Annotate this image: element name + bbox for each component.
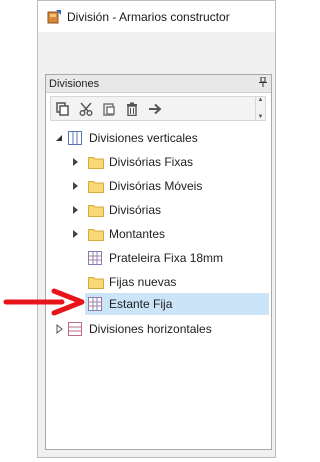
panel-header: Divisiones [46, 75, 271, 93]
app-icon [47, 9, 61, 24]
tree-node-folder[interactable]: Divisórias Fixas [46, 151, 271, 173]
grid-division-icon [88, 251, 104, 265]
window-title: División - Armarios constructor [67, 9, 230, 24]
paste-icon[interactable] [100, 100, 118, 118]
panel-title: Divisiones [49, 77, 100, 90]
expand-icon[interactable] [70, 205, 80, 215]
expand-icon[interactable] [70, 181, 80, 191]
horizontal-divisions-icon [68, 322, 84, 336]
expand-icon[interactable] [54, 324, 64, 334]
tree-label: Divisórias [109, 203, 162, 217]
cut-icon[interactable] [77, 100, 95, 118]
tree-node-vertical[interactable]: Divisiones verticales [46, 127, 271, 149]
tree-node-horizontal[interactable]: Divisiones horizontales [46, 318, 271, 340]
move-right-icon[interactable] [146, 100, 164, 118]
tree-label: Estante Fija [109, 297, 173, 311]
tree-label: Divisiones horizontales [89, 322, 212, 336]
folder-icon [88, 179, 104, 193]
red-arrow-annotation [3, 288, 85, 316]
pin-icon[interactable] [259, 76, 267, 90]
folder-icon [88, 227, 104, 241]
tree-node-folder[interactable]: Divisórias [46, 199, 271, 221]
folder-icon [88, 155, 104, 169]
tree-label: Montantes [109, 227, 166, 241]
tree-node-item-selected[interactable]: Estante Fija [85, 293, 269, 315]
app-window: División - Armarios constructor Division… [37, 0, 276, 458]
tree-label: Prateleira Fixa 18mm [109, 251, 224, 265]
grid-division-icon [88, 297, 104, 311]
folder-icon [88, 203, 104, 217]
tree-label: Divisórias Móveis [109, 179, 203, 193]
copy-icon[interactable] [54, 100, 72, 118]
toolbar: ▲ ▼ [50, 96, 266, 121]
collapse-icon[interactable] [54, 133, 64, 143]
tree-label: Fijas nuevas [109, 275, 177, 289]
expand-icon[interactable] [70, 229, 80, 239]
tree-node-item[interactable]: Prateleira Fixa 18mm [46, 247, 271, 269]
title-bar: División - Armarios constructor [38, 1, 275, 32]
tree-node-folder[interactable]: Divisórias Móveis [46, 175, 271, 197]
toolbar-overflow[interactable]: ▲ ▼ [255, 97, 265, 120]
divisions-panel: Divisiones ▲ ▼ Divisiones verticales Div… [45, 74, 272, 450]
expand-icon[interactable] [70, 157, 80, 167]
vertical-divisions-icon [68, 131, 84, 145]
tree-node-folder[interactable]: Montantes [46, 223, 271, 245]
tree-label: Divisórias Fixas [109, 155, 194, 169]
delete-icon[interactable] [123, 100, 141, 118]
folder-icon [88, 275, 104, 289]
tree-label: Divisiones verticales [89, 131, 198, 145]
